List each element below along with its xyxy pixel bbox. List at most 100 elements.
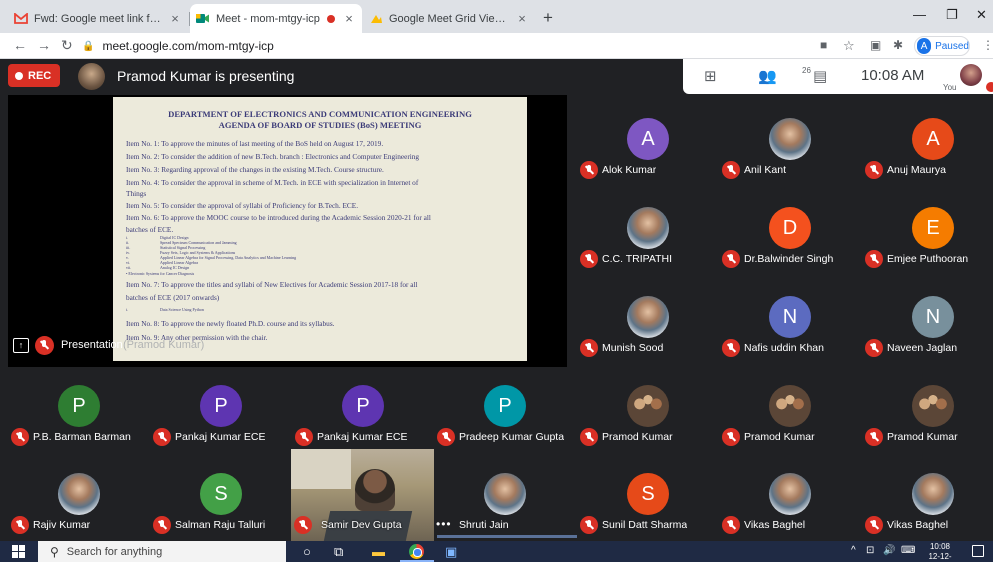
taskbar-search[interactable]: ⚲ Search for anything [38,541,286,562]
window-close-icon[interactable]: ✕ [976,7,987,23]
muted-mic-icon [722,516,740,534]
participant-name: Munish Sood [602,342,664,354]
participant-tile[interactable]: Anil Kant [719,98,861,186]
participant-name: Salman Raju Talluri [175,519,266,531]
participant-tile[interactable]: P Pradeep Kumar Gupta [434,365,576,453]
muted-mic-icon [11,428,29,446]
participant-tile[interactable]: P Pankaj Kumar ECE [150,365,292,453]
gmail-icon [14,13,28,25]
people-icon[interactable]: 👥 [758,67,777,85]
tab-meet[interactable]: Meet - mom-mtgy-icp × [190,4,362,33]
volume-icon[interactable]: 🔊 [883,545,895,556]
agenda-item: Item No. 7: To approve the titles and sy… [126,280,418,289]
address-bar[interactable]: 🔒 meet.google.com/mom-mtgy-icp [82,35,797,57]
participant-avatar [627,207,669,249]
browser-tab-bar: Fwd: Google meet link for BoS - × Meet -… [0,0,993,33]
tray-expand-icon[interactable]: ^ [851,545,856,556]
more-options-icon[interactable]: ••• [436,517,452,531]
bookmark-star-icon[interactable]: ☆ [843,38,855,54]
network-icon[interactable]: ⊡ [866,545,874,556]
participant-tile[interactable]: Vikas Baghel [719,453,861,541]
participant-avatar [912,473,954,515]
participant-name: Pramod Kumar [887,431,958,443]
participant-avatar: N [912,296,954,338]
participant-tile[interactable]: ••• Shruti Jain [434,453,576,541]
muted-mic-icon [722,428,740,446]
tab-close-icon[interactable]: × [515,11,529,26]
profile-avatar: A [917,38,932,54]
tab-gmail[interactable]: Fwd: Google meet link for BoS - × [8,4,188,33]
camera-icon[interactable]: ■ [820,38,827,52]
muted-mic-icon [295,428,313,446]
new-tab-icon[interactable]: + [543,8,553,28]
participant-tile[interactable]: N Naveen Jaglan [862,276,993,364]
active-speaker-bar [437,535,577,538]
presentation-owner-label: (Pramod Kumar) [123,339,205,351]
windows-start-icon[interactable] [12,545,25,558]
participant-tile[interactable]: A Alok Kumar [577,98,719,186]
meet-icon [196,13,210,25]
agenda-subitem: i. Data Science Using Python [126,307,204,312]
reload-icon[interactable]: ↻ [61,37,73,54]
profile-paused-chip[interactable]: A Paused [914,36,970,56]
restore-icon[interactable]: ❐ [946,7,958,23]
self-avatar[interactable] [960,64,982,86]
participant-tile[interactable]: Munish Sood [577,276,719,364]
participant-tile[interactable]: Pramod Kumar [862,365,993,453]
tab-close-icon[interactable]: × [168,11,182,26]
participant-tile[interactable]: C.C. TRIPATHI [577,187,719,275]
participant-tile[interactable]: N Nafis uddin Khan [719,276,861,364]
participant-name: Shruti Jain [459,519,509,531]
grid-layout-icon[interactable]: ⊞ [704,67,717,85]
app-taskbar-icon[interactable]: ▣ [445,544,457,560]
muted-mic-icon [580,428,598,446]
participant-avatar [627,385,669,427]
participant-tile[interactable]: A Anuj Maurya [862,98,993,186]
chrome-taskbar-icon[interactable] [409,544,424,559]
participant-tile[interactable]: D Dr.Balwinder Singh [719,187,861,275]
agenda-subitem: vii. Analog IC Design [126,265,190,270]
participant-tile[interactable]: Rajiv Kumar [8,453,150,541]
muted-mic-icon [580,161,598,179]
cortana-icon[interactable]: ○ [303,544,311,559]
participant-tile[interactable]: P Pankaj Kumar ECE [292,365,434,453]
participant-tile[interactable]: Vikas Baghel [862,453,993,541]
participant-tile[interactable]: Pramod Kumar [719,365,861,453]
task-view-icon[interactable]: ⧉ [334,544,343,560]
participant-avatar: N [769,296,811,338]
cast-icon[interactable]: ▣ [870,38,881,52]
chat-icon[interactable]: ▤ [813,67,827,85]
participant-tile[interactable]: S Salman Raju Talluri [150,453,292,541]
participant-avatar: S [200,473,242,515]
participant-avatar [58,473,100,515]
presentation-label: Presentation [61,339,123,351]
file-explorer-icon[interactable]: ▬ [372,544,385,559]
expand-presentation-icon[interactable]: ↑ [13,338,29,353]
participant-name: Anil Kant [744,164,787,176]
presenter-avatar [78,63,105,90]
tab-close-icon[interactable]: × [342,11,356,26]
participant-tile[interactable]: Pramod Kumar [577,365,719,453]
participant-video-tile[interactable]: Samir Dev Gupta [291,449,434,541]
forward-icon[interactable]: → [37,37,51,53]
browser-menu-icon[interactable]: ⋮ [982,38,993,52]
keyboard-icon[interactable]: ⌨ [901,545,915,556]
participant-avatar [484,473,526,515]
participant-name: P.B. Barman Barman [33,431,131,443]
agenda-subitem: • Electronic Systems for Cancer Diagnosi… [126,271,195,276]
participant-name: Rajiv Kumar [33,519,91,531]
presentation-slide: DEPARTMENT OF ELECTRONICS AND COMMUNICAT… [113,97,527,361]
you-label: You [943,83,957,92]
participant-tile[interactable]: E Emjee Puthooran [862,187,993,275]
back-icon[interactable]: ← [13,37,27,53]
participant-tile[interactable]: P P.B. Barman Barman [8,365,150,453]
tab-extension[interactable]: Google Meet Grid View (fix) - Ch × [363,4,535,33]
taskbar-clock[interactable]: 10:08 12-12-2020 [920,542,960,562]
participant-tile[interactable]: S Sunil Datt Sharma [577,453,719,541]
browser-toolbar: ← → ↻ 🔒 meet.google.com/mom-mtgy-icp ■ ☆… [0,33,993,59]
muted-mic-icon [580,339,598,357]
extensions-puzzle-icon[interactable]: ✱ [893,38,903,52]
participant-avatar: A [912,118,954,160]
notification-icon[interactable] [972,545,984,557]
minimize-icon[interactable]: — [913,7,926,22]
